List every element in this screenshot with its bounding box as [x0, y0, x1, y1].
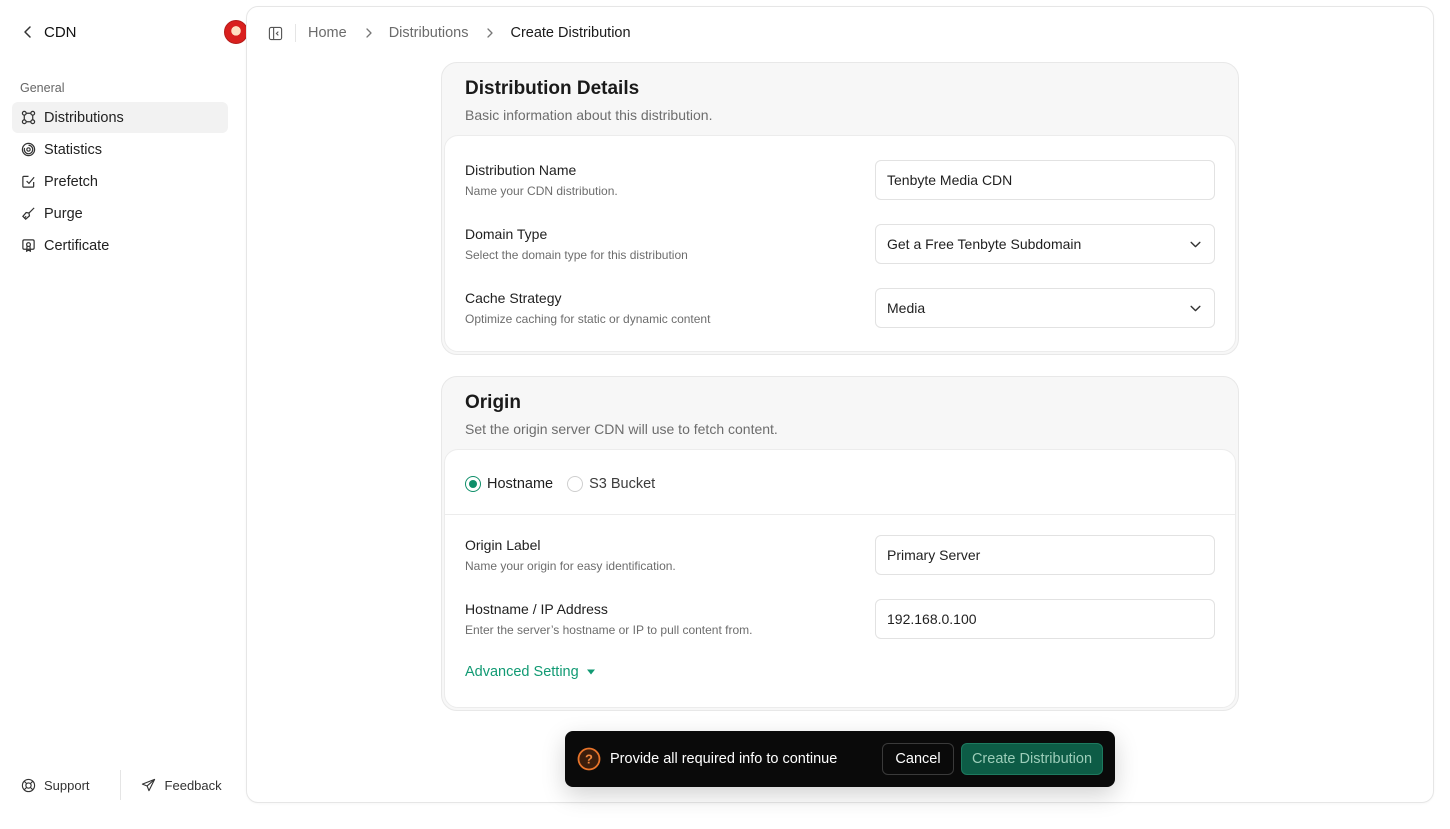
card-title: Distribution Details: [465, 78, 640, 99]
advanced-setting-label: Advanced Setting: [465, 664, 579, 680]
cache-strategy-select[interactable]: Media: [875, 288, 1215, 328]
distribution-details-card: Distribution Details Basic information a…: [441, 62, 1239, 355]
prefetch-icon: [20, 174, 36, 190]
sidebar-item-label: Statistics: [44, 141, 103, 158]
card-subtitle: Basic information about this distributio…: [465, 107, 713, 123]
cancel-button[interactable]: Cancel: [882, 743, 954, 775]
avatar[interactable]: [224, 20, 248, 44]
divider: [445, 514, 1235, 515]
app-title: CDN: [44, 23, 77, 41]
details-form: Distribution Name Name your CDN distribu…: [444, 135, 1236, 352]
radio-dot: [465, 476, 481, 492]
sidebar-footer: Support Feedback: [20, 770, 230, 800]
support-label: Support: [44, 777, 90, 793]
sidebar-toggle-icon[interactable]: [267, 25, 283, 41]
sidebar-section-label: General: [20, 81, 65, 95]
card-subtitle: Set the origin server CDN will use to fe…: [465, 421, 778, 437]
sidebar-item-label: Distributions: [44, 109, 124, 126]
topbar-divider: [295, 24, 296, 42]
chevron-down-icon: [1187, 236, 1203, 252]
distributions-icon: [20, 110, 36, 126]
sidebar-item-purge[interactable]: Purge: [12, 198, 228, 229]
breadcrumb-distributions[interactable]: Distributions: [389, 25, 469, 41]
origin-type-radio-group: Hostname S3 Bucket: [465, 474, 669, 494]
create-distribution-button[interactable]: Create Distribution: [961, 743, 1103, 775]
toast-message: Provide all required info to continue: [610, 751, 838, 767]
sidebar-nav: Distributions Statistics Prefetch Purge …: [12, 102, 228, 262]
topbar: Home Distributions Create Distribution: [267, 21, 631, 45]
sidebar-item-prefetch[interactable]: Prefetch: [12, 166, 228, 197]
radio-hostname[interactable]: Hostname: [465, 476, 553, 492]
sidebar-item-statistics[interactable]: Statistics: [12, 134, 228, 165]
send-icon: [141, 777, 157, 793]
radio-dot: [567, 476, 584, 492]
origin-label-row: Origin Label Name your origin for easy i…: [465, 535, 1215, 575]
chevron-down-icon: [1187, 300, 1203, 316]
card-title: Origin: [465, 392, 521, 413]
radio-s3-bucket[interactable]: S3 Bucket: [567, 476, 655, 492]
main-panel: Home Distributions Create Distribution D…: [246, 6, 1434, 803]
back-chevron-icon[interactable]: [20, 24, 36, 40]
breadcrumb-home[interactable]: Home: [308, 25, 347, 41]
statistics-icon: [20, 142, 36, 158]
sidebar-item-label: Certificate: [44, 237, 110, 254]
breadcrumb-current: Create Distribution: [510, 25, 631, 41]
domain-type-row: Domain Type Select the domain type for t…: [465, 224, 1215, 264]
hostname-input[interactable]: 192.168.0.100: [875, 599, 1215, 639]
radio-label: S3 Bucket: [589, 476, 656, 492]
origin-form: Hostname S3 Bucket Origin Label Name you…: [444, 449, 1236, 708]
question-icon: ?: [577, 747, 601, 771]
sidebar-item-distributions[interactable]: Distributions: [12, 102, 228, 133]
domain-type-select[interactable]: Get a Free Tenbyte Subdomain: [875, 224, 1215, 264]
distribution-name-row: Distribution Name Name your CDN distribu…: [465, 160, 1215, 200]
chevron-right-icon: [482, 25, 498, 41]
required-info-toast: ? Provide all required info to continue …: [565, 731, 1115, 787]
sidebar-header: CDN: [20, 18, 248, 46]
advanced-setting-toggle[interactable]: Advanced Setting: [465, 664, 596, 680]
support-icon: [20, 777, 36, 793]
feedback-button[interactable]: Feedback: [141, 777, 222, 793]
sidebar-item-label: Prefetch: [44, 173, 98, 190]
purge-icon: [20, 206, 36, 222]
sidebar-item-label: Purge: [44, 205, 83, 222]
feedback-label: Feedback: [164, 777, 222, 793]
select-value: Get a Free Tenbyte Subdomain: [887, 236, 1082, 252]
certificate-icon: [20, 238, 36, 254]
hostname-row: Hostname / IP Address Enter the server’s…: [465, 599, 1215, 639]
sidebar: CDN General Distributions Statistics Pre…: [0, 0, 248, 829]
chevron-right-icon: [361, 25, 377, 41]
origin-card: Origin Set the origin server CDN will us…: [441, 376, 1239, 711]
caret-down-icon: [586, 667, 596, 677]
cache-strategy-row: Cache Strategy Optimize caching for stat…: [465, 288, 1215, 328]
select-value: Media: [887, 300, 926, 316]
distribution-name-input[interactable]: Tenbyte Media CDN: [875, 160, 1215, 200]
radio-label: Hostname: [487, 476, 554, 492]
svg-text:?: ?: [585, 752, 593, 767]
origin-label-input[interactable]: Primary Server: [875, 535, 1215, 575]
footer-divider: [119, 770, 121, 800]
sidebar-item-certificate[interactable]: Certificate: [12, 230, 228, 261]
support-button[interactable]: Support: [20, 777, 90, 793]
